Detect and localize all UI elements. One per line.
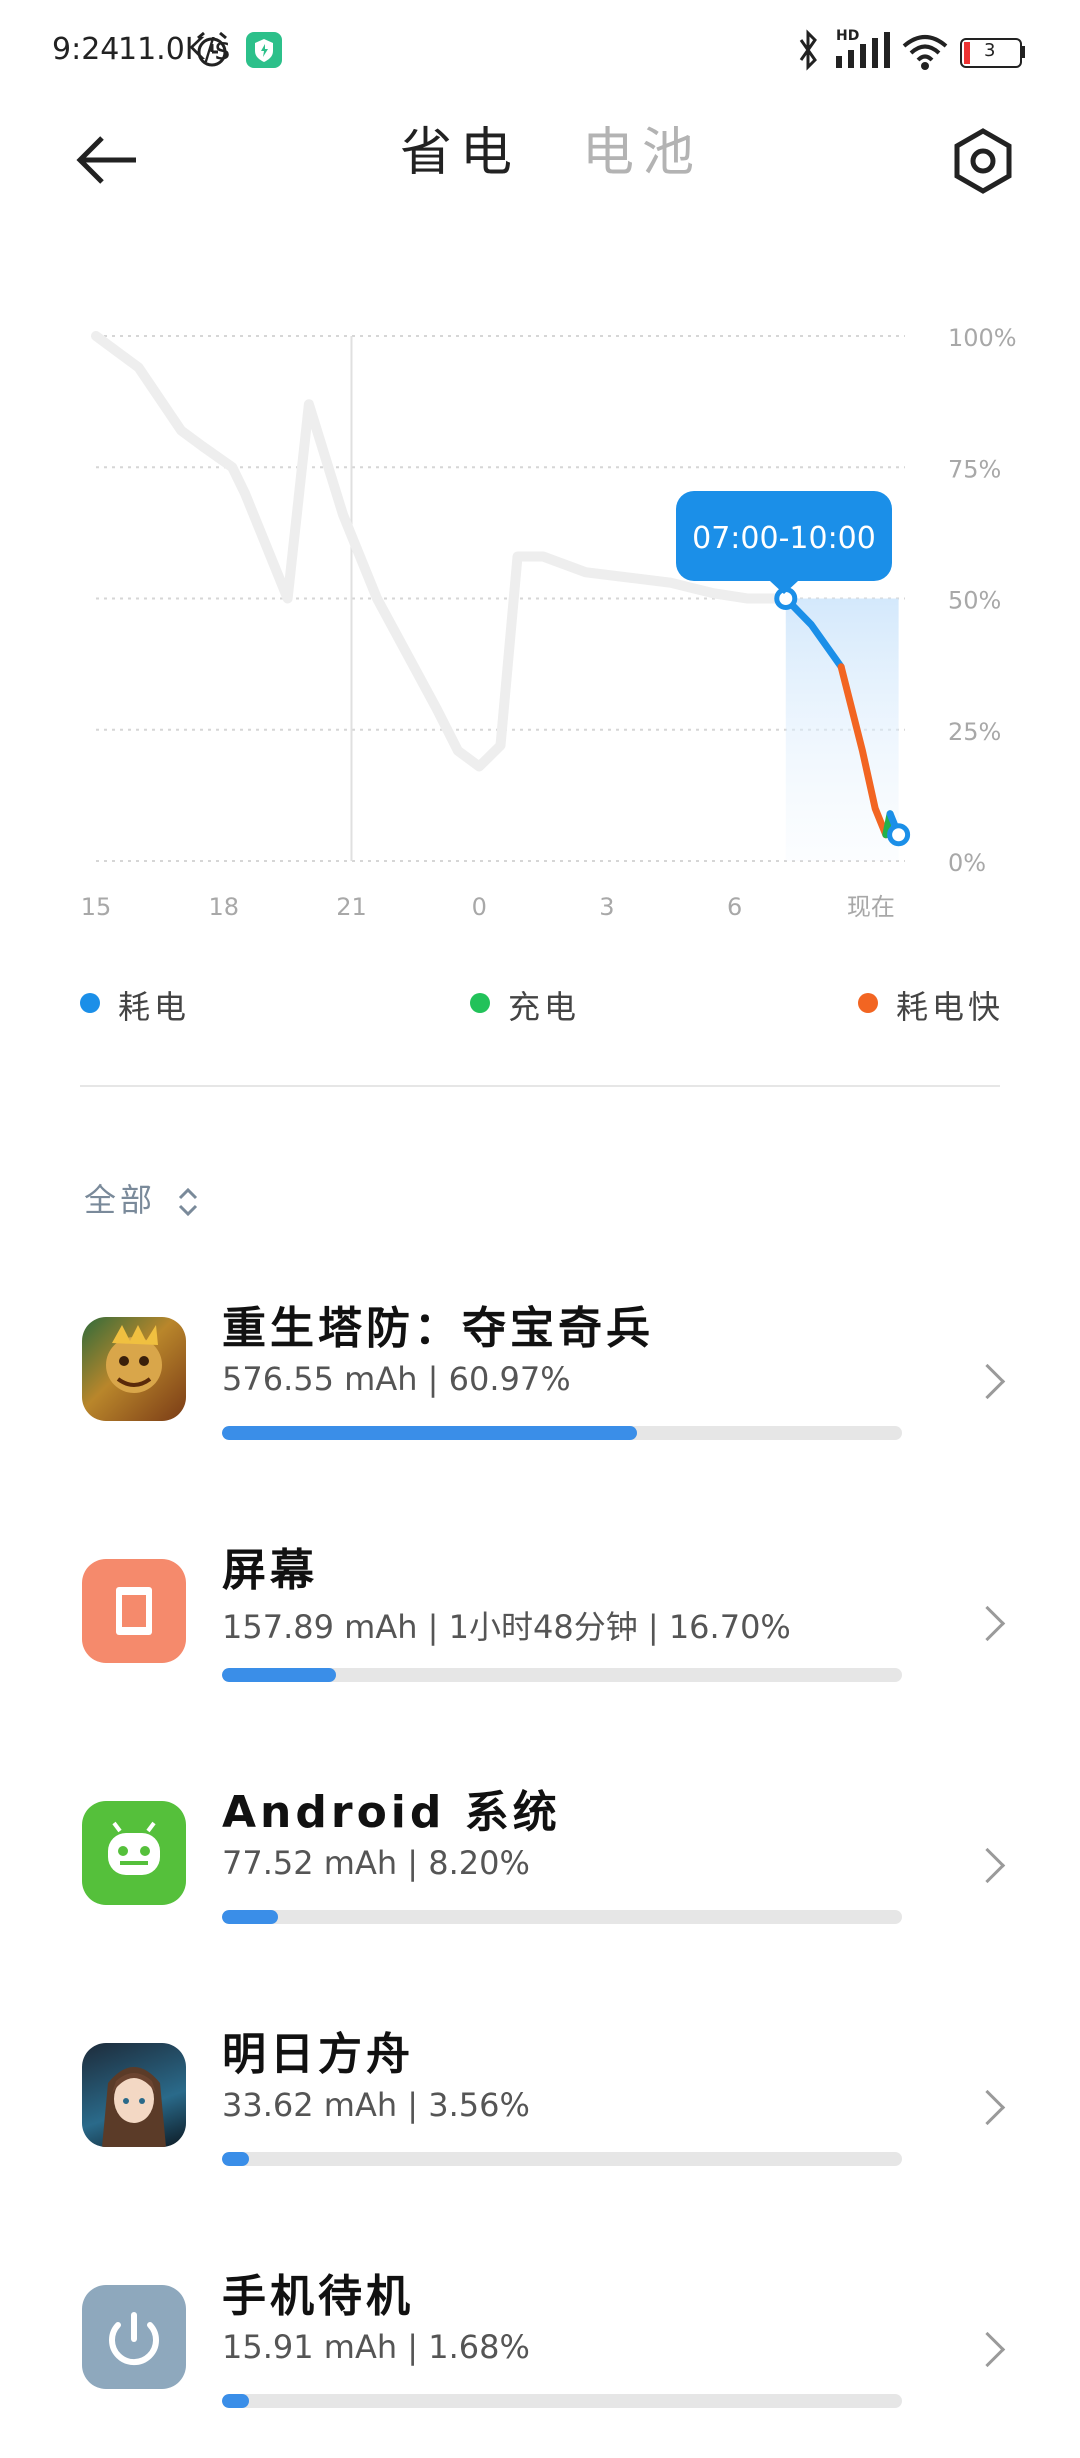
game-tower-defense-icon [82, 1317, 186, 1421]
wifi-icon [902, 35, 948, 70]
y-tick-label: 75% [948, 455, 1001, 483]
x-tick-label: 21 [336, 893, 367, 921]
usage-bar-fill [222, 1668, 336, 1682]
usage-bar [222, 1426, 902, 1440]
app-name: 手机待机 [222, 2271, 414, 2322]
app-usage: 576.55 mAh | 60.97% [222, 1360, 571, 1398]
arknights-icon [82, 2043, 186, 2147]
y-tick-label: 50% [948, 587, 1001, 615]
tooltip-label: 07:00-10:00 [692, 521, 876, 556]
tab-battery[interactable]: 电池 [582, 110, 702, 185]
list-item[interactable]: 重生塔防：夺宝奇兵 576.55 mAh | 60.97% [0, 1250, 1080, 1490]
x-tick-label: 6 [727, 893, 742, 921]
standby-power-icon [82, 2285, 186, 2389]
x-tick-label: 15 [81, 893, 112, 921]
app-usage: 157.89 mAh | 1小时48分钟 | 16.70% [222, 1608, 791, 1646]
screen-icon [82, 1559, 186, 1663]
app-usage: 15.91 mAh | 1.68% [222, 2328, 530, 2366]
legend-charge-dot [470, 993, 490, 1013]
security-app-icon [246, 32, 282, 68]
list-item[interactable]: 明日方舟 33.62 mAh | 3.56% [0, 1976, 1080, 2216]
legend-drain-label: 耗电 [118, 988, 191, 1026]
list-item[interactable]: 屏幕 157.89 mAh | 1小时48分钟 | 16.70% [0, 1492, 1080, 1732]
legend-fast-drain-dot [858, 993, 878, 1013]
legend-drain-dot [80, 993, 100, 1013]
chevron-right-icon [969, 1605, 1006, 1642]
chevron-right-icon [969, 1847, 1006, 1884]
y-tick-label: 100% [948, 324, 1017, 352]
app-usage: 33.62 mAh | 3.56% [222, 2086, 530, 2124]
back-arrow-icon[interactable] [76, 130, 140, 190]
app-name: 明日方舟 [222, 2029, 414, 2080]
bluetooth-icon [799, 29, 817, 71]
app-name: 重生塔防：夺宝奇兵 [222, 1303, 654, 1354]
x-tick-label: 0 [472, 893, 487, 921]
signal-icon [836, 32, 890, 68]
battery-tip [1021, 46, 1025, 58]
status-bar: 9:24 11.0K/s HD 3 [0, 0, 1080, 100]
chevron-right-icon [969, 2089, 1006, 2126]
legend-charge-label: 充电 [508, 988, 581, 1026]
usage-bar [222, 2152, 902, 2166]
x-tick-label: 3 [599, 893, 614, 921]
list-item[interactable]: 手机待机 15.91 mAh | 1.68% [0, 2218, 1080, 2458]
battery-icon: 3 [960, 38, 1022, 68]
y-tick-label: 25% [948, 718, 1001, 746]
filter-label: 全部 [84, 1181, 157, 1219]
x-tick-label: 现在 [847, 893, 895, 921]
usage-bar-fill [222, 1910, 278, 1924]
chevron-right-icon [969, 1363, 1006, 1400]
usage-bar [222, 1910, 902, 1924]
chevron-right-icon [969, 2331, 1006, 2368]
battery-level: 3 [984, 40, 996, 61]
y-tick-label: 0% [948, 849, 986, 877]
usage-bar-fill [222, 1426, 637, 1440]
settings-gear-icon[interactable] [950, 128, 1016, 194]
usage-bar-fill [222, 2152, 250, 2166]
tab-power-saving[interactable]: 省电 [400, 110, 520, 185]
x-tick-label: 18 [208, 893, 239, 921]
usage-bar-fill [222, 2394, 250, 2408]
divider [80, 1085, 1000, 1087]
battery-chart[interactable]: 100% 75% 50% 25% 0% 15 18 21 0 3 6 现在 07:00-10:00 [0, 300, 1080, 940]
app-name: 屏幕 [222, 1545, 318, 1596]
usage-bar [222, 2394, 902, 2408]
list-item[interactable]: Android 系统 77.52 mAh | 8.20% [0, 1734, 1080, 1974]
sort-chevron-icon [179, 1187, 198, 1217]
usage-bar [222, 1668, 902, 1682]
alarm-icon [197, 31, 227, 67]
status-time: 9:24 [52, 32, 120, 67]
app-name: Android 系统 [222, 1787, 561, 1838]
filter-dropdown[interactable]: 全部 [84, 1175, 200, 1221]
app-usage: 77.52 mAh | 8.20% [222, 1844, 530, 1882]
range-end-marker [887, 823, 911, 847]
legend-fast-drain-label: 耗电快 [896, 988, 1005, 1026]
android-icon [82, 1801, 186, 1905]
